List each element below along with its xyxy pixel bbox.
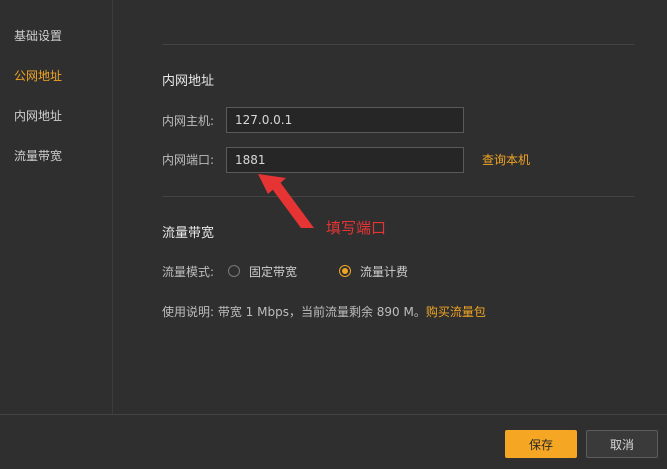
traffic-mode-label: 流量模式: xyxy=(162,265,215,279)
host-input[interactable] xyxy=(226,107,464,133)
sidebar-item-basic-settings[interactable]: 基础设置 xyxy=(14,28,62,44)
sidebar-item-public-address[interactable]: 公网地址 xyxy=(14,68,62,84)
cancel-button[interactable]: 取消 xyxy=(586,430,658,458)
sidebar-item-traffic-bandwidth[interactable]: 流量带宽 xyxy=(14,148,62,164)
middle-divider xyxy=(162,196,634,197)
usage-description: 使用说明: 带宽 1 Mbps，当前流量剩余 890 M。购买流量包 xyxy=(162,304,486,320)
traffic-billing-radio[interactable] xyxy=(339,265,351,277)
arrow-shaft xyxy=(258,174,314,228)
port-label: 内网端口: xyxy=(162,153,215,167)
fixed-bandwidth-radio[interactable] xyxy=(228,265,240,277)
port-input[interactable] xyxy=(226,147,464,173)
host-label: 内网主机: xyxy=(162,114,215,128)
intranet-section-title: 内网地址 xyxy=(162,74,215,89)
fixed-bandwidth-label[interactable]: 固定带宽 xyxy=(249,264,297,280)
arrow-head xyxy=(258,174,286,194)
usage-text: 使用说明: 带宽 1 Mbps，当前流量剩余 890 M。 xyxy=(162,305,426,319)
sidebar-item-intranet-address[interactable]: 内网地址 xyxy=(14,108,62,124)
sidebar: 基础设置 公网地址 内网地址 流量带宽 xyxy=(0,0,113,414)
query-local-link[interactable]: 查询本机 xyxy=(482,152,530,168)
top-divider xyxy=(162,44,634,45)
buy-traffic-link[interactable]: 购买流量包 xyxy=(426,305,486,319)
bandwidth-section-title: 流量带宽 xyxy=(162,226,215,241)
save-button[interactable]: 保存 xyxy=(505,430,577,458)
footer-divider xyxy=(0,414,667,415)
traffic-billing-label[interactable]: 流量计费 xyxy=(360,264,408,280)
annotation-text: 填写端口 xyxy=(326,219,387,237)
